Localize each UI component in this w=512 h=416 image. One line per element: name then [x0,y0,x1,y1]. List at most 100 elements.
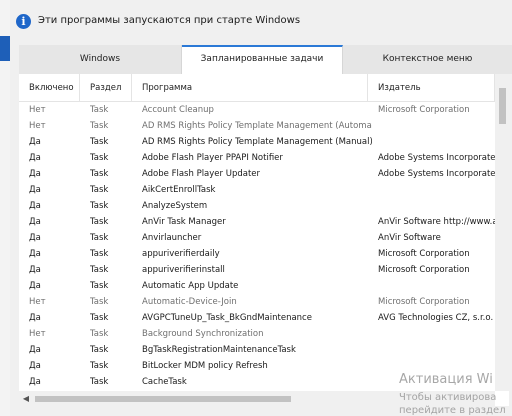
cell-publisher [378,342,495,358]
tab-scheduled-tasks[interactable]: Запланированные задачи [182,45,343,74]
cell-section: Task [90,329,109,339]
cell-section: Task [90,217,109,227]
cell-enabled: Да [29,233,41,243]
cell-enabled: Да [29,281,41,291]
cell-enabled: Да [29,345,41,355]
info-icon: i [16,14,31,29]
cell-enabled: Да [29,153,41,163]
cell-section: Task [90,281,109,291]
cell-program: Automatic-Device-Join [142,297,237,307]
table-row[interactable]: Нет Task Automatic-Device-Join Microsoft Co… [19,294,495,310]
table-row[interactable]: Да Task appuriverifierinstall Microsoft Cor… [19,262,495,278]
cell-publisher: AVG Technologies CZ, s.r.o. [378,313,494,323]
cell-section: Task [90,105,109,115]
cell-section: Task [90,201,109,211]
tab-windows[interactable]: Windows [19,45,182,74]
table-row[interactable]: Нет Task AD RMS Rights Policy Template Man… [19,118,495,134]
vertical-scroll-thumb[interactable] [499,88,506,124]
cell-section: Task [90,297,109,307]
cell-section: Task [90,249,109,259]
tab-context-menu[interactable]: Контекстное меню [343,45,512,74]
cell-program: Account Cleanup [142,105,214,115]
cell-publisher [378,198,495,214]
table-row[interactable]: Да Task Adobe Flash Player PPAPI Notifier A… [19,150,495,166]
table-row[interactable]: Да Task AnalyzeSystem [19,198,495,214]
cell-publisher [378,326,495,342]
cell-program: AD RMS Rights Policy Template Management… [142,137,372,147]
cell-section: Task [90,345,109,355]
cell-publisher: Microsoft Corporation [378,297,470,307]
cell-publisher: Adobe Systems Incorporated [378,169,495,179]
cell-publisher [378,134,495,150]
table-row[interactable]: Да Task Adobe Flash Player Updater Adobe Sy… [19,166,495,182]
cell-program: Background Synchronization [142,329,264,339]
table-body: Нет Task Account Cleanup Microsoft Corporat… [19,102,495,391]
cell-publisher: Microsoft Corporation [378,265,470,275]
cell-program: Anvirlauncher [142,233,202,243]
cell-publisher: Microsoft Corporation [378,249,470,259]
cell-enabled: Да [29,201,41,211]
table-row[interactable]: Да Task Automatic App Update [19,278,495,294]
cell-publisher [378,182,495,198]
column-header-enabled[interactable]: Включено [19,74,80,102]
cell-publisher: AnVir Software http://www.an [378,217,495,227]
info-bar: i Эти программы запускаются при старте W… [10,0,512,44]
cell-program: AikCertEnrollTask [142,185,216,195]
activation-watermark-title: Активация Wi [399,372,493,387]
cell-enabled: Да [29,265,41,275]
scroll-left-arrow-icon[interactable]: ◀ [19,391,33,406]
vertical-scrollbar[interactable] [495,74,509,391]
cell-publisher: Microsoft Corporation [378,105,470,115]
cell-program: appuriverifierinstall [142,265,225,275]
table-row[interactable]: Да Task AVGPCTuneUp_Task_BkGndMaintenance A… [19,310,495,326]
cell-publisher: Adobe Systems Incorporated [378,153,495,163]
table-row[interactable]: Да Task AnVir Task Manager AnVir Software h… [19,214,495,230]
cell-program: AD RMS Rights Policy Template Management… [142,121,372,131]
cell-enabled: Нет [29,105,46,115]
cell-section: Task [90,361,109,371]
column-header-program[interactable]: Программа [132,74,368,102]
table-row[interactable]: Да Task AD RMS Rights Policy Template Mana… [19,134,495,150]
table-row[interactable]: Да Task Anvirlauncher AnVir Software [19,230,495,246]
cell-program: Adobe Flash Player Updater [142,169,260,179]
info-text: Эти программы запускаются при старте Win… [38,15,301,26]
table-row[interactable]: Да Task AikCertEnrollTask [19,182,495,198]
cell-program: Adobe Flash Player PPAPI Notifier [142,153,283,163]
cell-program: AnVir Task Manager [142,217,226,227]
tasks-table-panel: Включено Раздел Программа Издатель Нет Ta… [19,74,509,406]
cell-enabled: Да [29,137,41,147]
cell-section: Task [90,233,109,243]
cell-section: Task [90,169,109,179]
cell-publisher: AnVir Software [378,233,441,243]
cell-enabled: Нет [29,297,46,307]
activation-watermark-line: Чтобы активирова [399,392,497,403]
table-row[interactable]: Да Task appuriverifierdaily Microsoft Corpo… [19,246,495,262]
horizontal-scroll-thumb[interactable] [35,396,291,402]
cell-program: appuriverifierdaily [142,249,220,259]
left-nav-selected-indicator [0,36,10,61]
cell-section: Task [90,153,109,163]
cell-section: Task [90,265,109,275]
cell-publisher [378,278,495,294]
activation-watermark-line: перейдите в раздел [399,405,506,416]
cell-enabled: Да [29,313,41,323]
cell-enabled: Да [29,249,41,259]
table-header: Включено Раздел Программа Издатель [19,74,509,102]
table-row[interactable]: Нет Task Background Synchronization [19,326,495,342]
cell-enabled: Нет [29,329,46,339]
cell-section: Task [90,121,109,131]
cell-program: AnalyzeSystem [142,201,208,211]
cell-program: AVGPCTuneUp_Task_BkGndMaintenance [142,313,312,323]
table-row[interactable]: Да Task BgTaskRegistrationMaintenanceTask [19,342,495,358]
cell-program: Automatic App Update [142,281,239,291]
table-row[interactable]: Нет Task Account Cleanup Microsoft Corporat… [19,102,495,118]
cell-enabled: Да [29,377,41,387]
column-header-publisher[interactable]: Издатель [368,74,495,102]
cell-publisher [378,118,495,134]
cell-enabled: Да [29,361,41,371]
cell-enabled: Да [29,169,41,179]
column-header-section[interactable]: Раздел [80,74,132,102]
cell-section: Task [90,313,109,323]
cell-enabled: Нет [29,121,46,131]
cell-program: CacheTask [142,377,187,387]
